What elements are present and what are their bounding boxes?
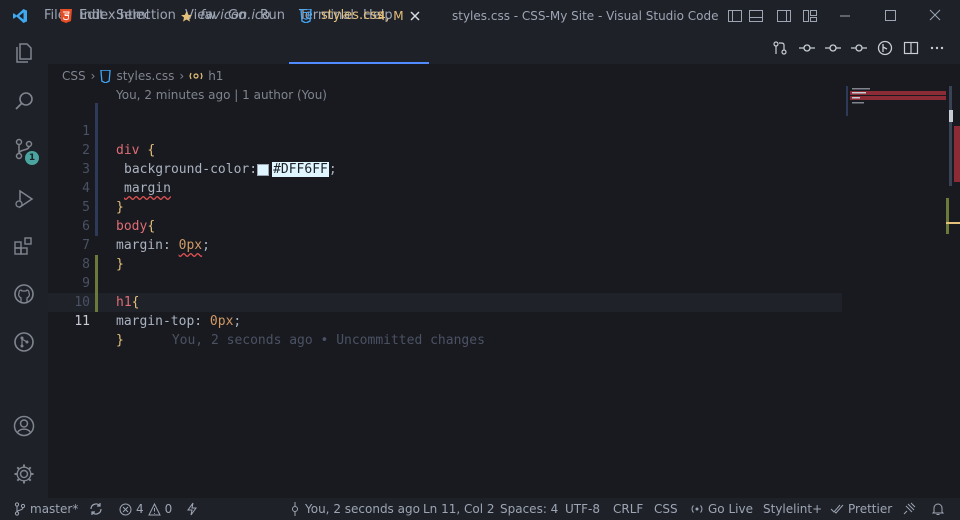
code-line: 2 background-color: #DFF6FF; xyxy=(48,122,842,177)
breadcrumb-symbol[interactable]: h1 xyxy=(208,69,223,83)
close-tab-icon[interactable] xyxy=(410,11,420,21)
toggle-secondary-sidebar-icon[interactable] xyxy=(776,8,792,24)
lightning-icon xyxy=(187,502,197,516)
prettier-label: Prettier xyxy=(848,502,893,516)
next-change-icon[interactable] xyxy=(851,40,867,56)
breadcrumb-folder[interactable]: CSS xyxy=(62,69,86,83)
code-line: 7 } xyxy=(48,217,842,272)
source-control-badge: 1 xyxy=(25,151,39,165)
css-icon xyxy=(300,9,312,23)
code-line: 9 h1{ xyxy=(48,255,842,310)
feedback-icon xyxy=(903,502,916,515)
html5-icon xyxy=(60,9,72,23)
prettier-status[interactable]: Prettier xyxy=(830,498,892,520)
previous-change-icon[interactable] xyxy=(799,40,815,56)
code-line: 11 } You, 2 seconds ago • Uncommitted cha… xyxy=(48,293,842,348)
code-line: 10 margin-top: 0px; xyxy=(48,274,842,329)
blame-status[interactable]: You, 2 seconds ago xyxy=(289,498,420,520)
github-icon[interactable] xyxy=(12,282,36,306)
toggle-panel-icon[interactable] xyxy=(748,8,764,24)
error-count: 4 xyxy=(136,502,144,516)
broadcast-icon xyxy=(691,505,703,513)
active-tab-indicator xyxy=(289,62,429,64)
more-actions-icon[interactable] xyxy=(929,40,945,56)
vscode-logo-icon xyxy=(13,9,27,23)
git-lens-icon[interactable] xyxy=(877,40,893,56)
code-line: 5 body{ xyxy=(48,179,842,234)
tab-label: styles.css xyxy=(321,8,384,23)
maximize-icon[interactable] xyxy=(870,0,910,32)
inline-blame: You, 2 seconds ago • Uncommitted changes xyxy=(171,333,485,348)
encoding[interactable]: UTF-8 xyxy=(565,498,600,520)
vertical-scrollbar[interactable] xyxy=(946,86,960,498)
warning-count: 0 xyxy=(164,502,173,516)
lightning-button[interactable] xyxy=(187,498,197,520)
code-line: 3 margin xyxy=(48,141,842,196)
property-token: margin-top: xyxy=(116,314,210,329)
chevron-right-icon: › xyxy=(90,69,96,83)
branch-name: master* xyxy=(30,502,79,516)
bell-icon xyxy=(931,503,945,515)
feedback-button[interactable] xyxy=(902,498,916,520)
extensions-icon[interactable] xyxy=(12,234,36,258)
code-line: 4 } xyxy=(48,160,842,215)
go-live-button[interactable]: Go Live xyxy=(690,498,753,520)
minimap[interactable] xyxy=(846,86,946,116)
chevron-right-icon: › xyxy=(179,69,185,83)
tab-label: favicon.ico xyxy=(200,8,271,23)
sync-button[interactable] xyxy=(89,498,103,520)
close-window-icon[interactable] xyxy=(915,0,955,32)
git-commit-icon xyxy=(292,502,298,516)
code-line: 6 margin: 0px; xyxy=(48,198,842,253)
codelens-blame[interactable]: You, 2 minutes ago | 1 author (You) xyxy=(116,88,327,102)
run-debug-icon[interactable] xyxy=(12,187,36,211)
toggle-sidebar-icon[interactable] xyxy=(727,8,743,24)
double-check-icon xyxy=(830,504,844,514)
git-graph-icon[interactable] xyxy=(12,330,36,354)
account-icon[interactable] xyxy=(12,414,36,438)
warning-icon xyxy=(147,502,161,515)
explorer-icon[interactable] xyxy=(12,41,36,65)
split-editor-icon[interactable] xyxy=(903,40,919,56)
window-title: styles.css - CSS-My Site - Visual Studio… xyxy=(452,9,719,23)
settings-gear-icon[interactable] xyxy=(12,462,36,486)
open-changes-icon[interactable] xyxy=(772,40,788,56)
problems-indicator[interactable]: 4 0 xyxy=(119,498,172,520)
language-mode[interactable]: CSS xyxy=(654,498,678,520)
tab-bar xyxy=(48,32,960,64)
search-icon[interactable] xyxy=(12,89,36,113)
cursor-position[interactable]: Ln 11, Col 2 xyxy=(423,498,495,520)
breadcrumb: CSS › styles.css › h1 xyxy=(62,66,223,86)
number-token: 0px xyxy=(209,314,234,329)
end-of-line[interactable]: CRLF xyxy=(613,498,643,520)
git-branch-icon xyxy=(14,502,26,516)
go-live-label: Go Live xyxy=(708,502,753,516)
sync-icon xyxy=(90,503,102,515)
code-line: 8 xyxy=(48,236,842,272)
code-line: 1 div { xyxy=(48,103,842,158)
symbol-selector-icon xyxy=(189,72,203,80)
semicolon-token: ; xyxy=(233,314,242,329)
customize-layout-icon[interactable] xyxy=(802,8,818,24)
branch-indicator[interactable]: master* xyxy=(14,498,78,520)
tab-status: 4, M xyxy=(378,9,404,23)
notifications-button[interactable] xyxy=(931,498,945,520)
css-icon xyxy=(100,69,112,83)
stylelint-status[interactable]: Stylelint+ xyxy=(763,498,822,520)
blame-text: You, 2 seconds ago xyxy=(305,502,420,516)
tab-label: index.html xyxy=(80,8,150,23)
brace-token: } xyxy=(116,333,124,348)
line-number: 11 xyxy=(74,314,90,329)
tab-styles-css[interactable]: styles.css 4, M xyxy=(300,0,429,32)
minimize-icon[interactable] xyxy=(825,0,865,32)
git-commit-icon[interactable] xyxy=(825,40,841,56)
star-icon xyxy=(181,11,192,22)
indentation[interactable]: Spaces: 4 xyxy=(500,498,558,520)
breadcrumb-file[interactable]: styles.css xyxy=(116,69,174,83)
error-icon xyxy=(119,503,132,515)
status-bar: master* 4 0 You, 2 seconds ago Ln 11, Co… xyxy=(0,498,960,520)
